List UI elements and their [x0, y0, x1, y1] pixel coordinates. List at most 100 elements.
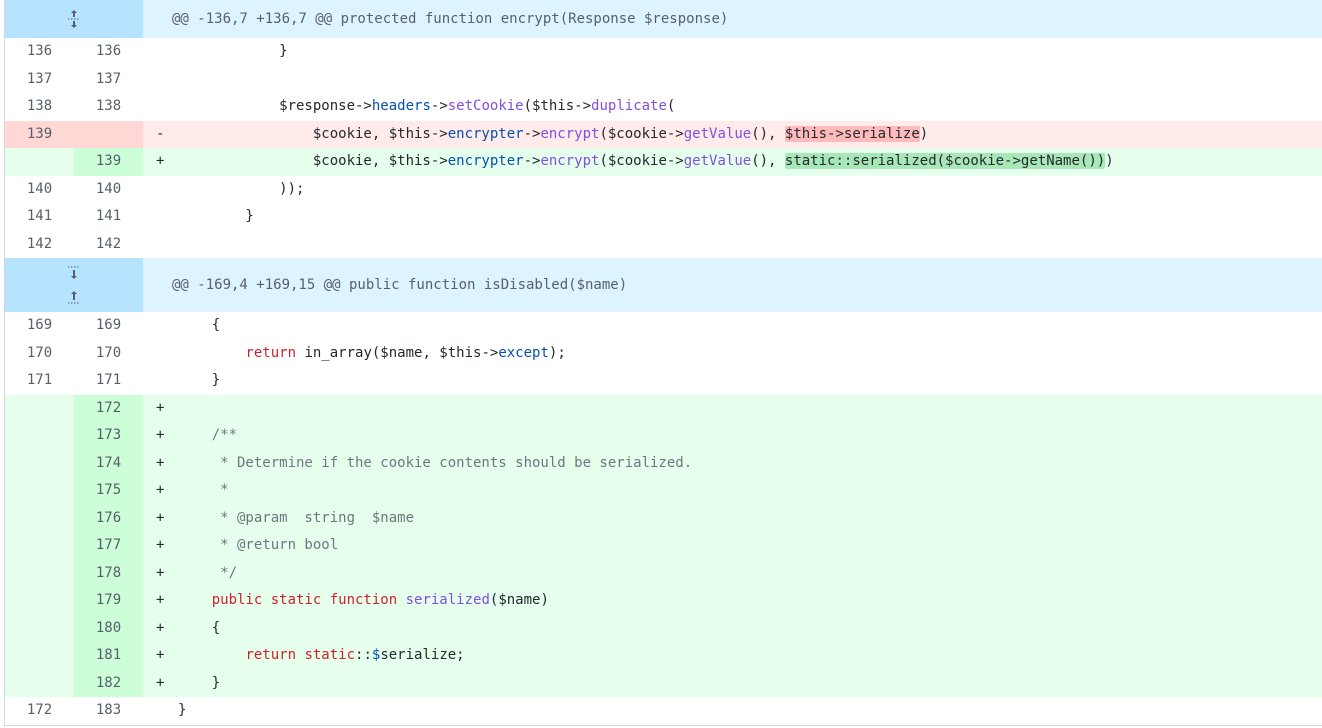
old-line-number[interactable]	[5, 505, 74, 533]
new-line-number[interactable]: 181	[74, 642, 143, 670]
new-line-number[interactable]: 182	[74, 669, 143, 697]
new-line-number[interactable]: 140	[74, 176, 143, 204]
old-line-number[interactable]: 170	[5, 340, 74, 368]
code-line: + * @return bool	[143, 532, 1322, 560]
new-line-number[interactable]: 172	[74, 394, 143, 422]
diff-line: 170 170 return in_array($name, $this->exc…	[5, 339, 1322, 368]
code-line: + * Determine if the cookie contents sho…	[143, 450, 1322, 478]
hunk-header-text-1: @@ -136,7 +136,7 @@ protected function e…	[172, 11, 729, 27]
new-line-number[interactable]: 137	[74, 66, 143, 94]
new-line-number[interactable]: 178	[74, 559, 143, 587]
old-line-number[interactable]: 139	[5, 120, 74, 148]
code-token: encrypt	[540, 125, 600, 142]
old-line-number[interactable]: 138	[5, 93, 74, 121]
code-line: + */	[143, 560, 1322, 588]
code-token: (),	[751, 125, 785, 142]
expand-down-icon	[68, 266, 80, 279]
old-line-number[interactable]: 141	[5, 203, 74, 231]
code-token: */	[178, 564, 238, 581]
diff-marker: +	[156, 537, 165, 553]
old-line-number[interactable]: 140	[5, 176, 74, 204]
code-token: setCookie	[447, 98, 524, 114]
code-token: *	[178, 482, 229, 498]
expand-hunk-button-1[interactable]	[5, 0, 143, 38]
new-line-number[interactable]: 142	[74, 231, 143, 259]
old-line-number[interactable]	[5, 422, 74, 450]
code-token: $response->	[178, 98, 372, 114]
new-line-number[interactable]: 136	[74, 38, 143, 66]
code-token: );	[548, 344, 566, 361]
code-token: }	[178, 208, 254, 224]
old-line-number[interactable]: 142	[5, 231, 74, 259]
old-line-number[interactable]	[5, 395, 74, 423]
diff-line: 176 + * @param string $name	[5, 504, 1322, 533]
code-token: {	[178, 317, 221, 333]
code-line: + public static function serialized($nam…	[143, 587, 1322, 615]
code-line: +	[143, 395, 1322, 423]
new-line-number[interactable]: 171	[74, 367, 143, 395]
new-line-number[interactable]	[74, 120, 143, 148]
hunk-header-1: @@ -136,7 +136,7 @@ protected function e…	[5, 0, 1322, 38]
old-line-number[interactable]: 137	[5, 66, 74, 94]
new-line-number[interactable]: 170	[74, 340, 143, 368]
diff-marker: +	[156, 399, 165, 416]
old-line-number[interactable]: 136	[5, 38, 74, 66]
code-token: return static	[245, 647, 356, 663]
diff-marker: +	[156, 509, 165, 526]
new-line-number[interactable]: 179	[74, 587, 143, 615]
diff-line: 171 171 }	[5, 367, 1322, 395]
diff-line: 177 + * @return bool	[5, 532, 1322, 560]
new-line-number[interactable]: 183	[74, 697, 143, 725]
new-line-number[interactable]: 138	[74, 93, 143, 121]
code-token: getValue	[683, 125, 752, 142]
diff-marker: +	[156, 674, 165, 691]
code-token: serialize;	[380, 647, 465, 663]
old-line-number[interactable]	[5, 148, 74, 176]
code-token: }	[178, 43, 288, 59]
new-line-number[interactable]: 141	[74, 203, 143, 231]
expand-hunk-button-2[interactable]	[5, 258, 143, 312]
code-token: ->	[523, 153, 541, 169]
new-line-number[interactable]: 139	[74, 148, 143, 176]
code-line: }	[143, 203, 1322, 231]
diff-line: 172 183}	[5, 697, 1322, 725]
new-line-number[interactable]: 174	[74, 449, 143, 477]
new-line-number[interactable]: 176	[74, 504, 143, 532]
old-line-number[interactable]	[5, 450, 74, 478]
code-token: duplicate	[591, 98, 667, 114]
code-token: $cookie, $this->	[178, 125, 448, 142]
new-line-number[interactable]: 177	[74, 532, 143, 560]
new-line-number[interactable]: 180	[74, 614, 143, 642]
code-token: except	[498, 344, 549, 361]
code-token: serialized	[405, 592, 490, 608]
diff-marker: +	[156, 592, 165, 608]
old-line-number[interactable]	[5, 642, 74, 670]
expand-up-icon	[68, 291, 80, 304]
code-line: }	[143, 697, 1322, 725]
code-token: * Determine if the cookie contents shoul…	[178, 454, 693, 471]
code-token: ($cookie->	[599, 153, 684, 169]
new-line-number[interactable]: 175	[74, 477, 143, 505]
old-line-number[interactable]	[5, 477, 74, 505]
code-line: + * @param string $name	[143, 505, 1322, 533]
code-token: headers	[371, 98, 431, 114]
old-line-number[interactable]: 172	[5, 697, 74, 725]
old-line-number[interactable]	[5, 670, 74, 698]
old-line-number[interactable]: 171	[5, 367, 74, 395]
old-line-number[interactable]	[5, 560, 74, 588]
hunk-1-lines: 136 136 } 137 137 138 138 $response->headers -…	[5, 38, 1322, 258]
old-line-number[interactable]: 169	[5, 312, 74, 340]
old-line-number[interactable]	[5, 615, 74, 643]
code-token: ));	[178, 180, 305, 197]
diff-marker: +	[156, 619, 165, 636]
old-line-number[interactable]	[5, 532, 74, 560]
new-line-number[interactable]: 169	[74, 312, 143, 340]
code-token: ::	[355, 647, 372, 663]
old-line-number[interactable]	[5, 587, 74, 615]
code-line: }	[143, 367, 1322, 395]
new-line-number[interactable]: 173	[74, 422, 143, 450]
code-line: - $cookie, $this->encrypter->encrypt($co…	[143, 121, 1322, 149]
